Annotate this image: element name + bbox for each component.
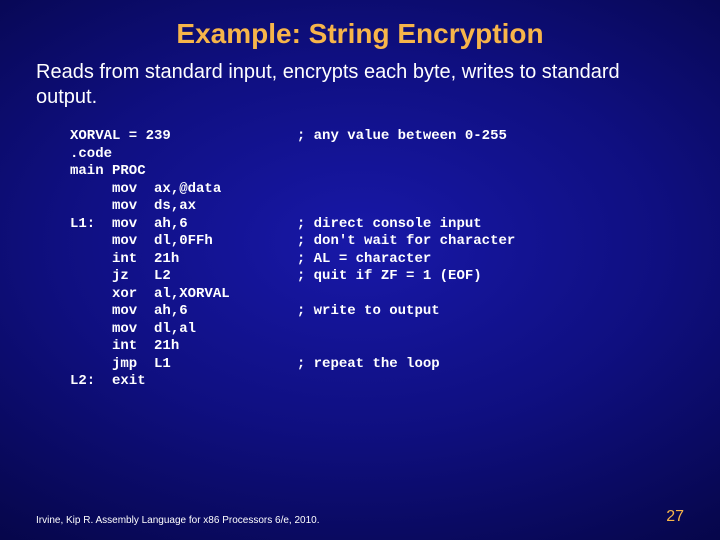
code-listing: XORVAL = 239 ; any value between 0-255 .… <box>0 110 720 391</box>
footer-citation: Irvine, Kip R. Assembly Language for x86… <box>36 515 320 526</box>
slide-body-text: Reads from standard input, encrypts each… <box>0 60 720 110</box>
page-number: 27 <box>666 508 684 526</box>
slide-title: Example: String Encryption <box>0 0 720 60</box>
